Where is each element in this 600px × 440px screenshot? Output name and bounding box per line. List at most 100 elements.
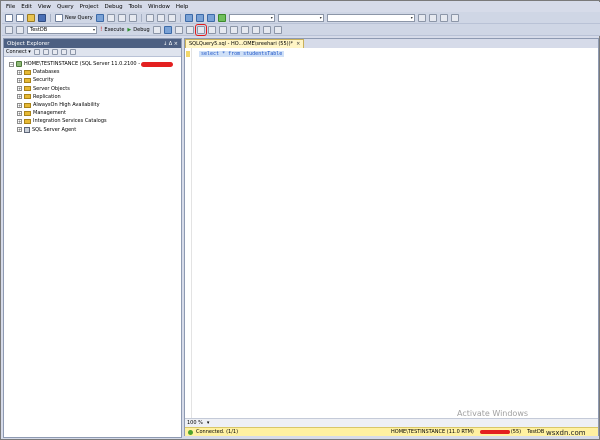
redo-icon[interactable] <box>195 13 204 22</box>
open-folder-icon[interactable] <box>27 13 35 22</box>
decrease-indent-icon[interactable] <box>251 25 260 34</box>
analysis-query-icon[interactable] <box>106 13 115 22</box>
folder-icon <box>24 110 31 116</box>
query-text[interactable]: select * from studentsTable <box>199 51 285 57</box>
undo-icon[interactable] <box>184 13 193 22</box>
find-in-files-icon[interactable] <box>417 13 426 22</box>
navigate-icon[interactable] <box>206 13 215 22</box>
expand-icon[interactable]: + <box>17 86 22 92</box>
connect-icon[interactable] <box>5 25 13 34</box>
debug-label: Debug <box>133 26 150 33</box>
connect-icon[interactable] <box>33 49 40 55</box>
solution-config-dropdown[interactable]: ▾ <box>228 13 275 22</box>
expand-icon[interactable]: + <box>17 94 22 100</box>
expand-icon[interactable]: + <box>17 118 22 124</box>
expand-icon[interactable]: + <box>17 110 22 116</box>
execute-button[interactable]: ! Execute <box>100 26 124 33</box>
new-project-icon[interactable] <box>5 13 13 22</box>
comment-icon[interactable] <box>229 25 238 34</box>
query-editor[interactable]: select * from studentsTable <box>185 48 598 418</box>
new-file-icon[interactable] <box>16 13 24 22</box>
standard-toolbar: New Query ▾ ▾ ▾ <box>2 12 600 24</box>
menu-window[interactable]: Window <box>148 4 170 10</box>
find-dropdown[interactable]: ▾ <box>326 13 415 22</box>
tree-node-label: AlwaysOn High Availability <box>33 102 100 109</box>
parse-icon[interactable] <box>163 25 172 34</box>
menu-project[interactable]: Project <box>80 4 99 10</box>
tree-node-integration-services[interactable]: + Integration Services Catalogs <box>9 117 181 125</box>
estimated-plan-icon[interactable] <box>174 25 183 34</box>
tree-node-server[interactable]: − HOME\TESTINSTANCE (SQL Server 11.0.210… <box>9 60 181 68</box>
connect-button[interactable]: Connect ▾ <box>6 49 31 55</box>
redaction-mark <box>141 61 174 67</box>
chevron-down-icon[interactable]: ▾ <box>207 420 210 426</box>
tree-node-security[interactable]: + Security <box>9 76 181 84</box>
folder-icon <box>24 94 31 100</box>
expand-icon[interactable]: + <box>17 77 22 83</box>
change-marker <box>186 51 190 57</box>
disconnect-icon[interactable] <box>16 25 24 34</box>
expand-icon[interactable]: + <box>17 102 22 108</box>
tree-node-label: Server Objects <box>33 85 70 92</box>
increase-indent-icon[interactable] <box>262 25 271 34</box>
tree-node-alwayson[interactable]: + AlwaysOn High Availability <box>9 101 181 109</box>
menu-edit[interactable]: Edit <box>21 4 32 10</box>
results-to-text-icon[interactable] <box>194 23 207 36</box>
server-label: HOME\TESTINSTANCE (SQL Server 11.0.2100 … <box>24 61 141 68</box>
panel-controls[interactable]: ↓ Δ × <box>163 41 178 47</box>
menu-file[interactable]: File <box>6 4 15 10</box>
toolbox-icon[interactable] <box>439 13 448 22</box>
database-engine-query-icon[interactable] <box>95 13 104 22</box>
cut-icon[interactable] <box>145 13 154 22</box>
filter-icon[interactable] <box>60 49 67 55</box>
tree-node-sql-server-agent[interactable]: + SQL Server Agent <box>9 126 181 134</box>
tree-node-replication[interactable]: + Replication <box>9 93 181 101</box>
tab-sqlquery5[interactable]: SQLQuery5.sql - HO...OME\sreehari (55))*… <box>185 39 305 48</box>
refresh-icon[interactable] <box>69 49 76 55</box>
agent-icon <box>24 126 30 133</box>
status-user: (55) <box>479 429 522 435</box>
status-session: (55) <box>510 429 522 435</box>
tree-node-server-objects[interactable]: + Server Objects <box>9 85 181 93</box>
properties-icon[interactable] <box>428 13 437 22</box>
chevron-down-icon: ▾ <box>270 15 273 20</box>
paste-icon[interactable] <box>167 13 176 22</box>
menu-help[interactable]: Help <box>176 4 189 10</box>
query-designer-icon[interactable] <box>185 25 194 34</box>
activate-windows-watermark: Activate Windows <box>457 409 529 418</box>
new-query-button[interactable]: New Query <box>55 13 93 22</box>
xmla-query-icon[interactable] <box>128 13 137 22</box>
platform-dropdown[interactable]: ▾ <box>277 13 324 22</box>
new-query-label: New Query <box>65 14 93 21</box>
results-to-file-icon[interactable] <box>218 25 227 34</box>
save-icon[interactable] <box>38 13 46 22</box>
play-icon: ▶ <box>127 26 132 33</box>
uncomment-icon[interactable] <box>240 25 249 34</box>
options-icon[interactable] <box>450 13 459 22</box>
menu-query[interactable]: Query <box>57 4 74 10</box>
results-to-grid-icon[interactable] <box>207 25 216 34</box>
site-brand: wsxdn.com <box>546 429 586 437</box>
tree-node-management[interactable]: + Management <box>9 109 181 117</box>
menu-view[interactable]: View <box>38 4 51 10</box>
expand-icon[interactable]: + <box>17 69 22 75</box>
copy-icon[interactable] <box>156 13 165 22</box>
disconnect-icon[interactable] <box>42 49 49 55</box>
specify-values-icon[interactable] <box>273 25 282 34</box>
stop-icon[interactable] <box>51 49 58 55</box>
start-debug-icon[interactable] <box>217 13 226 22</box>
collapse-icon[interactable]: − <box>9 61 14 67</box>
zoom-level[interactable]: 100 % <box>187 420 203 426</box>
ssms-window: File Edit View Query Project Debug Tools… <box>0 0 600 440</box>
execute-icon: ! <box>100 26 103 33</box>
database-dropdown[interactable]: TestDB ▾ <box>27 25 97 34</box>
tree-node-databases[interactable]: + Databases <box>9 68 181 76</box>
cancel-query-icon[interactable] <box>152 25 161 34</box>
mdx-query-icon[interactable] <box>117 13 126 22</box>
tree-node-label: Security <box>33 77 54 84</box>
debug-button[interactable]: ▶ Debug <box>127 27 149 33</box>
menu-debug[interactable]: Debug <box>104 4 122 10</box>
menu-tools[interactable]: Tools <box>129 4 143 10</box>
close-icon[interactable]: × <box>296 41 300 47</box>
expand-icon[interactable]: + <box>17 127 22 133</box>
